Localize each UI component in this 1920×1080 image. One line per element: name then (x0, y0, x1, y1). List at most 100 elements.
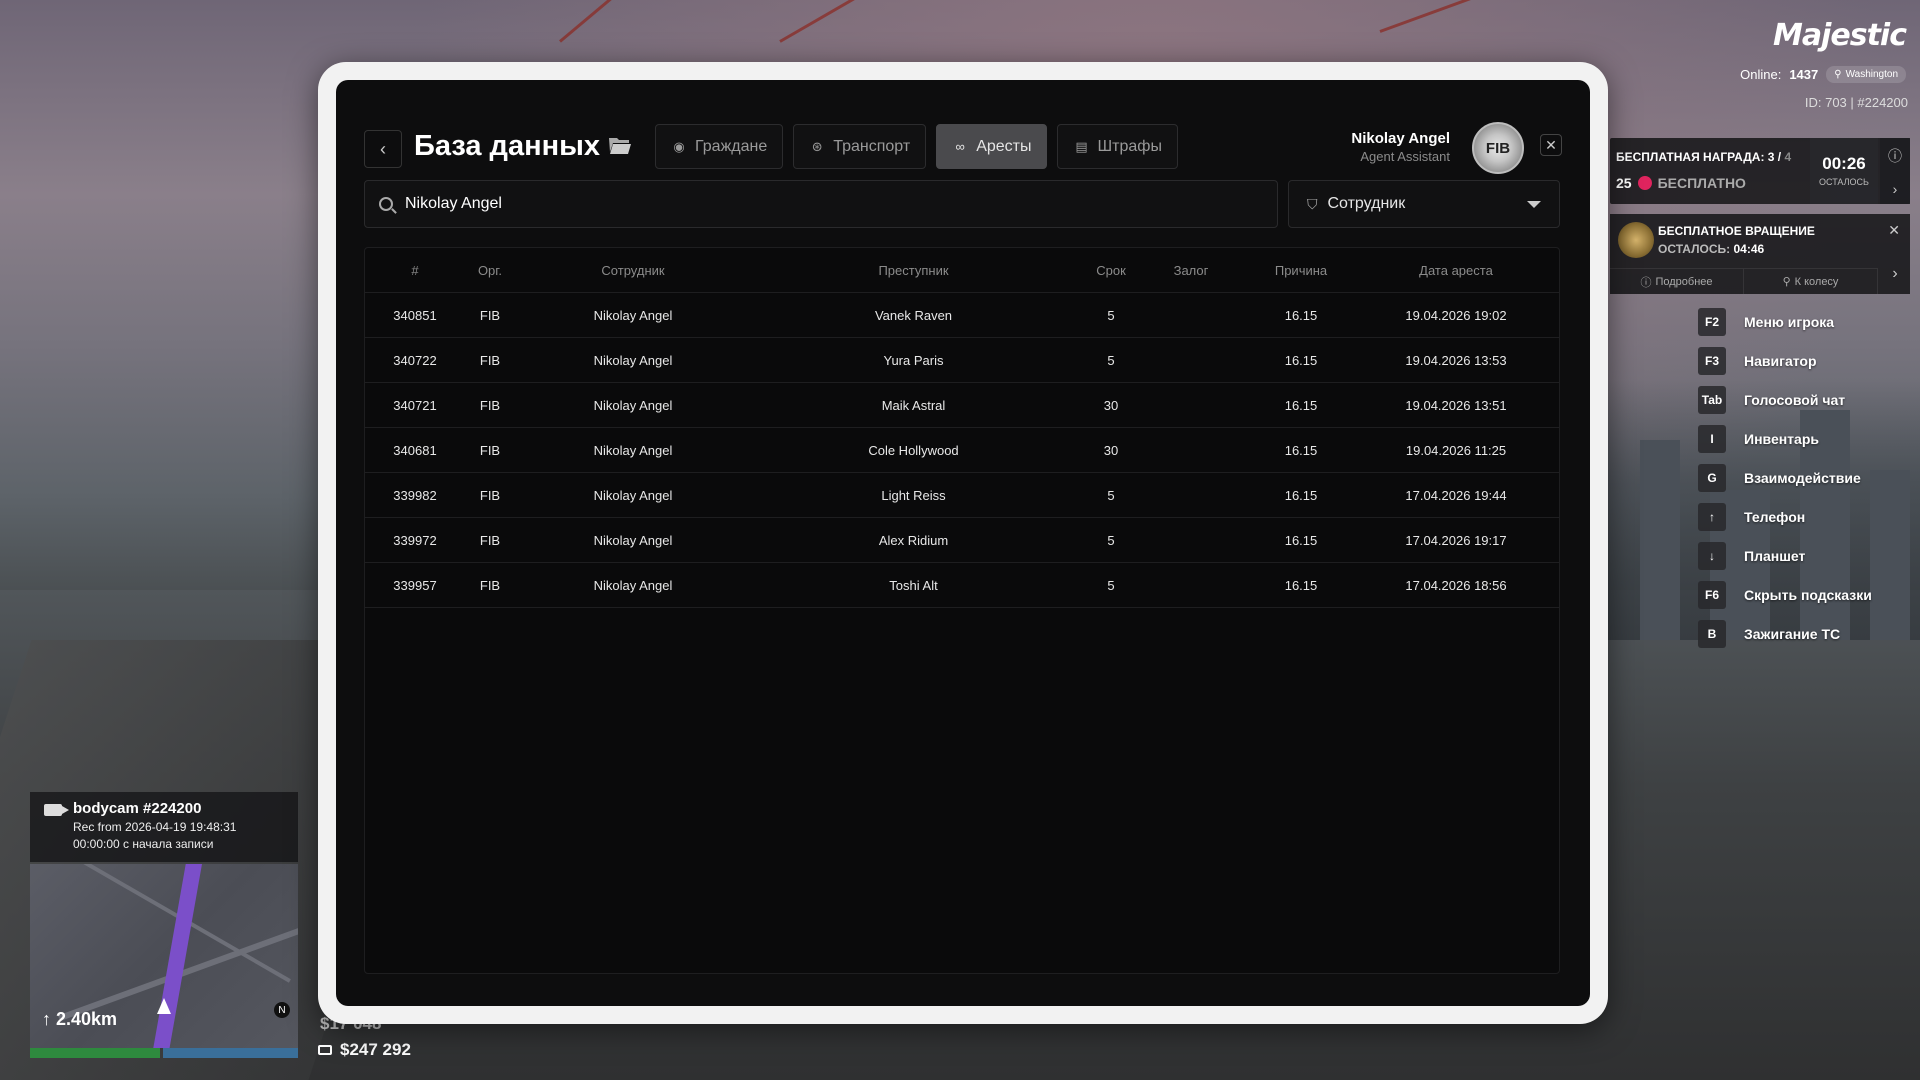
hint-label: Меню игрока (1744, 314, 1835, 330)
cell-officer: Nikolay Angel (593, 532, 673, 548)
database-tabs: ◉ Граждане ⊛ Транспорт ∞ Аресты ▤ Штрафы (655, 124, 1178, 169)
reward-amount: 25 БЕСПЛАТНО (1616, 175, 1746, 191)
folder-icon (609, 138, 631, 154)
online-status: Online: 1437 ⚲ Washington (1740, 66, 1906, 83)
tab-fines[interactable]: ▤ Штрафы (1057, 124, 1178, 169)
tablet-screen: ‹ База данных ◉ Граждане ⊛ Транспорт ∞ А… (336, 80, 1590, 1006)
cell-term: 5 (1107, 577, 1115, 593)
info-icon[interactable]: ⓘ (1888, 146, 1902, 166)
hint-key: B (1698, 620, 1726, 648)
cell-date: 17.04.2026 18:56 (1405, 577, 1507, 593)
hint-key: F6 (1698, 581, 1726, 609)
route-distance: ↑ 2.40km (42, 1009, 118, 1029)
column-header: Залог (1173, 262, 1209, 278)
close-icon[interactable]: ✕ (1888, 222, 1900, 239)
cell-reason: 16.15 (1284, 577, 1318, 593)
free-reward-panel[interactable]: БЕСПЛАТНАЯ НАГРАДА: 3 / 4 25 БЕСПЛАТНО 0… (1610, 138, 1910, 204)
table-row[interactable]: 340721 FIB Nikolay Angel Maik Astral 30 … (365, 383, 1559, 428)
search-field[interactable] (364, 180, 1278, 228)
cell-criminal: Alex Ridium (878, 532, 949, 548)
cell-criminal: Toshi Alt (889, 577, 938, 593)
column-header: Дата ареста (1419, 262, 1493, 278)
table-row[interactable]: 340722 FIB Nikolay Angel Yura Paris 5 16… (365, 338, 1559, 383)
health-bar (30, 1048, 160, 1058)
back-button[interactable]: ‹ (364, 130, 402, 168)
handcuffs-icon: ∞ (955, 139, 965, 154)
cell-officer: Nikolay Angel (593, 307, 673, 323)
bridge-cable (779, 0, 1006, 43)
hint-label: Голосовой чат (1744, 392, 1846, 408)
cell-date: 19.04.2026 13:51 (1405, 397, 1507, 413)
chevron-left-icon: ‹ (380, 138, 386, 159)
bridge-cable (559, 0, 730, 43)
cell-date: 19.04.2026 19:02 (1405, 307, 1507, 323)
bodycam-title: bodycam #224200 (73, 800, 202, 817)
cell-date: 19.04.2026 11:25 (1405, 442, 1507, 458)
search-input[interactable] (405, 195, 1005, 213)
table-row[interactable]: 339972 FIB Nikolay Angel Alex Ridium 5 1… (365, 518, 1559, 563)
cell-org: FIB (479, 397, 501, 413)
health-armor-bars (30, 1048, 298, 1058)
column-header: Орг. (477, 262, 503, 278)
hint-label: Телефон (1744, 509, 1806, 525)
hint-row: I Инвентарь (1698, 425, 1872, 453)
column-header: Срок (1096, 262, 1126, 278)
cell-org: FIB (479, 442, 501, 458)
search-icon (379, 197, 393, 211)
cell-id: 340721 (393, 397, 437, 413)
online-label: Online: (1740, 67, 1782, 82)
spin-to-wheel-button[interactable]: ⚲ К колесу (1744, 269, 1878, 294)
camera-icon (44, 804, 69, 816)
table-row[interactable]: 340851 FIB Nikolay Angel Vanek Raven 5 1… (365, 293, 1559, 338)
tab-citizens[interactable]: ◉ Граждане (655, 124, 784, 169)
cell-date: 17.04.2026 19:17 (1405, 532, 1507, 548)
bank-amount-row: $247 292 (318, 1040, 411, 1060)
filter-label: Сотрудник (1327, 195, 1406, 212)
brand-logo: Majestic (1773, 18, 1907, 53)
cell-term: 5 (1107, 487, 1115, 503)
player-arrow-icon (157, 998, 171, 1014)
cell-officer: Nikolay Angel (593, 442, 673, 458)
column-header: # (411, 262, 419, 278)
fib-badge-icon: FIB (1472, 122, 1524, 174)
spin-details-button[interactable]: ⓘ Подробнее (1610, 269, 1744, 294)
spin-remaining: ОСТАЛОСЬ: 04:46 (1658, 242, 1765, 256)
cell-org: FIB (479, 307, 501, 323)
server-badge: ⚲ Washington (1826, 66, 1906, 83)
hint-label: Планшет (1744, 548, 1806, 564)
user-name: Nikolay Angel (1351, 130, 1450, 147)
hint-row: Tab Голосовой чат (1698, 386, 1872, 414)
table-row[interactable]: 339957 FIB Nikolay Angel Toshi Alt 5 16.… (365, 563, 1559, 608)
armor-bar (163, 1048, 298, 1058)
user-icon: ◉ (673, 138, 685, 154)
hint-key: ↓ (1698, 542, 1726, 570)
gps-route (152, 864, 204, 1048)
cell-reason: 16.15 (1284, 397, 1318, 413)
hint-row: G Взаимодействие (1698, 464, 1872, 492)
card-icon (318, 1045, 332, 1055)
table-row[interactable]: 340681 FIB Nikolay Angel Cole Hollywood … (365, 428, 1559, 473)
hint-row: F2 Меню игрока (1698, 308, 1872, 336)
bank-amount: $247 292 (340, 1040, 411, 1059)
close-button[interactable]: ✕ (1540, 134, 1562, 156)
filter-icon: ⛉ (1307, 195, 1318, 212)
cell-id: 339957 (393, 577, 437, 593)
tab-transport[interactable]: ⊛ Транспорт (793, 124, 927, 169)
cell-id: 339972 (393, 532, 437, 548)
cell-id: 339982 (393, 487, 437, 503)
chevron-down-icon (1527, 200, 1541, 208)
hint-key: ↑ (1698, 503, 1726, 531)
cell-reason: 16.15 (1284, 487, 1318, 503)
player-id: ID: 703 | #224200 (1804, 95, 1908, 110)
tab-arrests[interactable]: ∞ Аресты (936, 124, 1048, 169)
spin-title: БЕСПЛАТНОЕ ВРАЩЕНИЕ (1658, 224, 1815, 238)
user-role: Agent Assistant (1360, 149, 1450, 164)
filter-dropdown[interactable]: ⛉ Сотрудник (1288, 180, 1560, 228)
chevron-right-icon[interactable]: › (1880, 254, 1910, 294)
table-row[interactable]: 339982 FIB Nikolay Angel Light Reiss 5 1… (365, 473, 1559, 518)
tablet-device: ‹ База данных ◉ Граждане ⊛ Транспорт ∞ А… (318, 62, 1608, 1024)
receipt-icon: ▤ (1075, 138, 1088, 154)
chevron-right-icon[interactable]: › (1893, 181, 1898, 197)
arrests-table: # Орг. Сотрудник Преступник Срок Залог П… (364, 247, 1560, 974)
cell-term: 5 (1107, 532, 1115, 548)
